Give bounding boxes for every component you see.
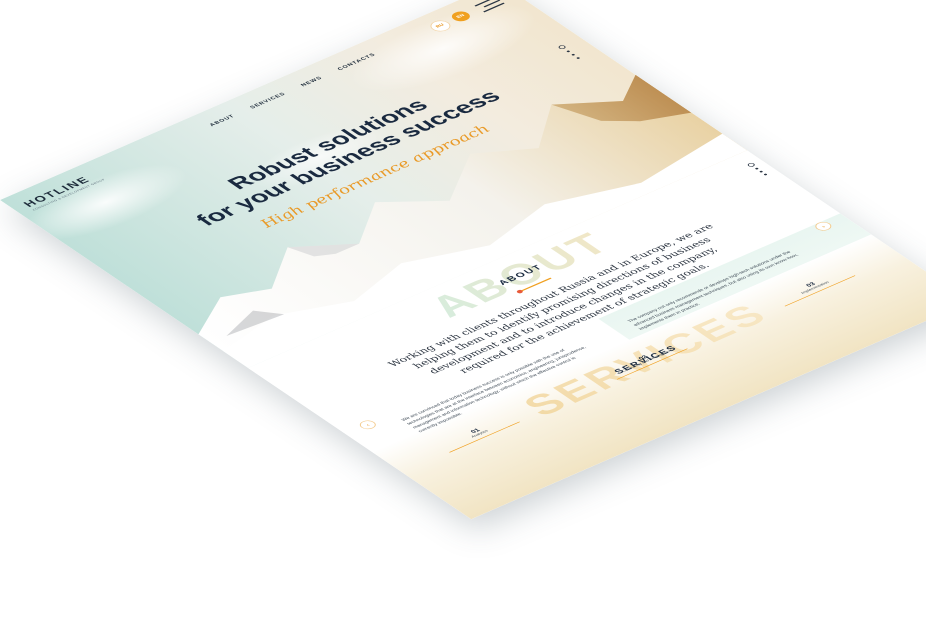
slide-dot[interactable] (571, 53, 576, 56)
section-dot[interactable] (763, 173, 768, 176)
menu-icon[interactable] (474, 0, 507, 14)
section-dot[interactable] (754, 167, 759, 170)
mockup-stage: HOTLINE CONSULTING & DEVELOPMENT GROUP A… (0, 0, 926, 624)
section-dot-active[interactable] (746, 162, 757, 168)
main-nav: ABOUT SERVICES NEWS CONTACTS (209, 53, 378, 128)
slide-dot[interactable] (576, 56, 581, 60)
logo[interactable]: HOTLINE CONSULTING & DEVELOPMENT GROUP (21, 171, 106, 211)
slide-dots (557, 44, 582, 60)
slide-dot-active[interactable] (557, 44, 567, 50)
prev-arrow-icon[interactable]: ‹ (356, 418, 379, 431)
logo-name: HOTLINE (20, 174, 94, 210)
lang-en-button[interactable]: EN (448, 9, 474, 24)
page-sheet: HOTLINE CONSULTING & DEVELOPMENT GROUP A… (0, 0, 926, 520)
slide-dot[interactable] (566, 50, 571, 53)
section-dots (746, 162, 769, 176)
section-dot[interactable] (759, 170, 764, 173)
nav-about[interactable]: ABOUT (209, 114, 237, 127)
nav-news[interactable]: NEWS (300, 76, 324, 87)
nav-contacts[interactable]: CONTACTS (337, 53, 378, 72)
lang-ru-button[interactable]: RU (426, 18, 455, 34)
language-switcher: RU EN (426, 9, 474, 34)
nav-services[interactable]: SERVICES (249, 92, 287, 110)
